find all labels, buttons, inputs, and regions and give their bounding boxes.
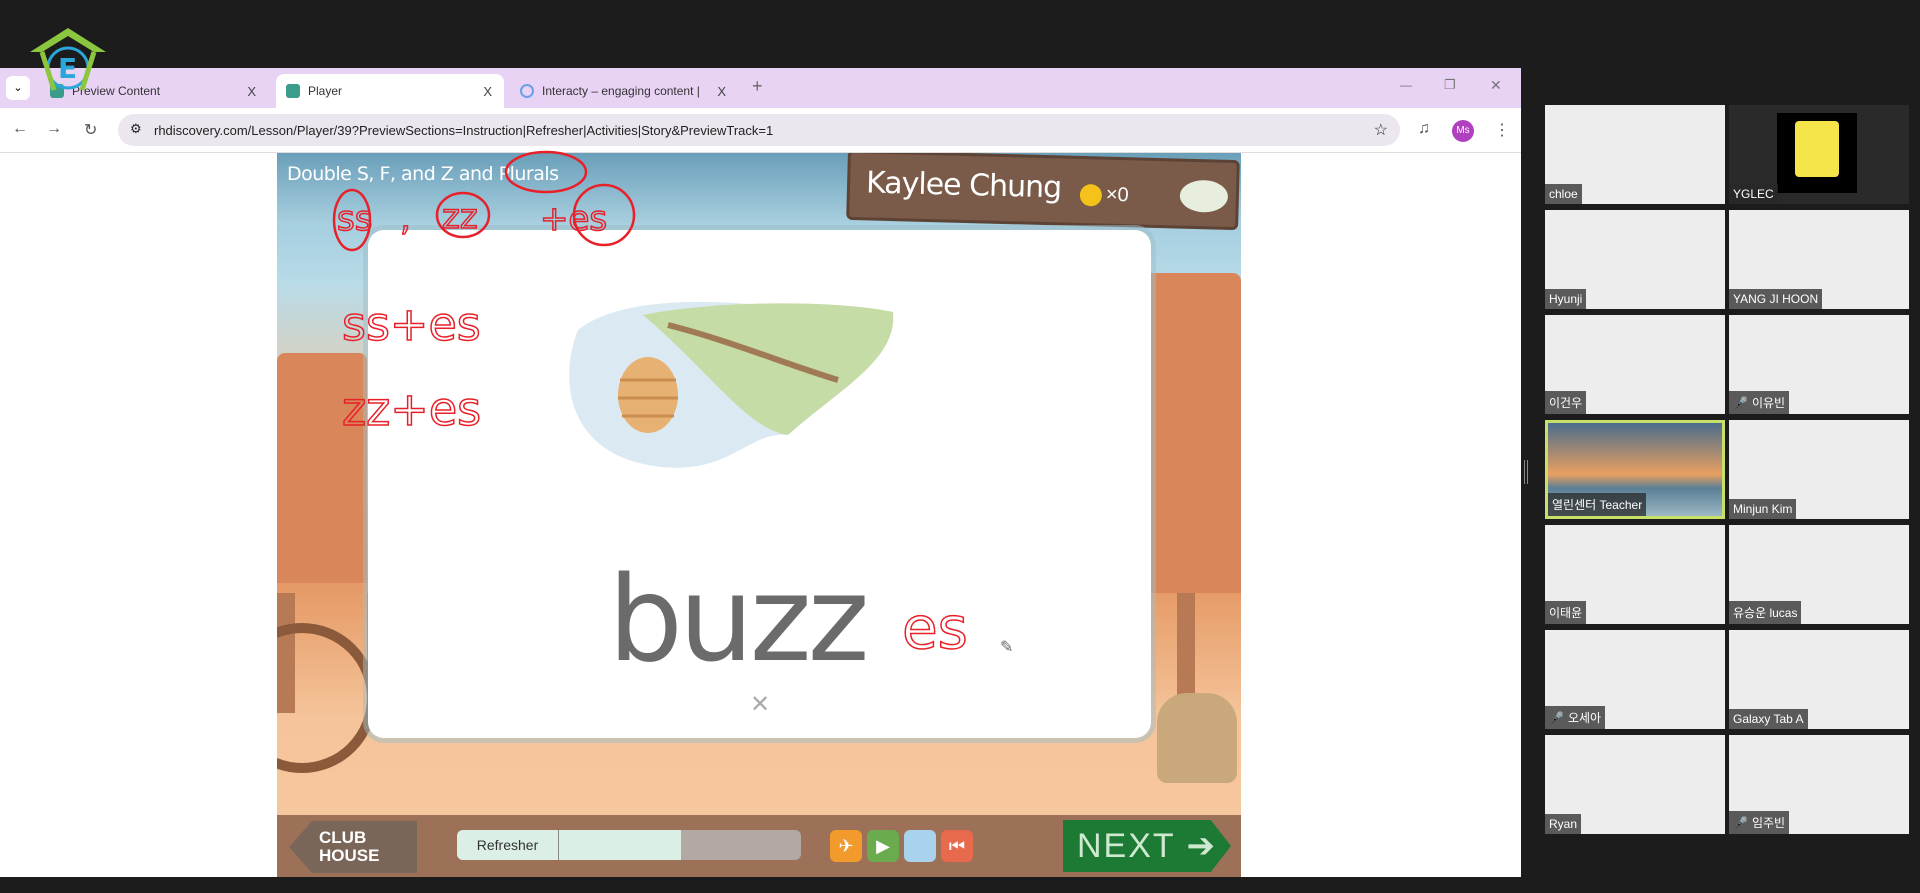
lesson-title: Double S, F, and Z and Plurals — [287, 163, 559, 185]
close-icon[interactable]: ✕ — [750, 690, 770, 719]
interacty-icon — [520, 84, 534, 98]
next-button[interactable]: NEXT ➔ — [1063, 820, 1231, 872]
participant-name: YGLEC — [1729, 184, 1778, 204]
participant-tile[interactable]: 유승운 lucas — [1729, 525, 1909, 624]
tab-search-button[interactable]: ⌄ — [6, 76, 30, 100]
participant-name: Galaxy Tab A — [1729, 709, 1808, 729]
participant-tile[interactable]: 이태윤 — [1545, 525, 1725, 624]
address-bar: ← → ↻ ⚙ rhdiscovery.com/Lesson/Player/39… — [0, 108, 1521, 153]
word-card: buzz ✕ — [368, 230, 1151, 738]
new-tab-button[interactable]: + — [752, 76, 763, 97]
butterfly-icon — [286, 84, 300, 98]
player-controls: CLUB HOUSE Refresher ✈ ▶ ⏮ NEXT ➔ — [277, 815, 1241, 877]
coin-icon — [1079, 183, 1103, 207]
participant-name: Ryan — [1545, 814, 1582, 834]
student-name: Kaylee Chung — [865, 165, 1062, 206]
close-window-button[interactable]: ✕ — [1490, 77, 1502, 94]
muted-mic-icon: 🎤 — [1733, 816, 1748, 830]
participant-tile[interactable]: 🎤 오세아 — [1545, 630, 1725, 729]
character-button[interactable]: ✈ — [830, 830, 862, 862]
menu-icon[interactable]: ⋮ — [1494, 120, 1510, 140]
avatar[interactable]: Ms — [1452, 120, 1474, 142]
url-input[interactable]: ⚙ rhdiscovery.com/Lesson/Player/39?Previ… — [118, 114, 1400, 146]
muted-mic-icon: 🎤 — [1733, 396, 1748, 410]
participant-tile[interactable]: YANG JI HOON — [1729, 210, 1909, 309]
student-nameplate: Kaylee Chung ×0 — [846, 153, 1240, 231]
progress-section-label: Refresher — [457, 830, 559, 860]
restore-button[interactable]: ❐ — [1444, 77, 1456, 93]
site-settings-icon[interactable]: ⚙ — [130, 121, 142, 137]
forward-icon[interactable]: → — [46, 120, 62, 138]
participant-tile[interactable]: YGLEC — [1729, 105, 1909, 204]
minimize-button[interactable]: — — [1400, 78, 1412, 92]
coin-count: ×0 — [1105, 183, 1129, 207]
participant-tile[interactable]: Galaxy Tab A — [1729, 630, 1909, 729]
panel-resize-handle[interactable] — [1524, 460, 1528, 484]
media-icon[interactable]: ♫ — [1418, 120, 1430, 138]
treehouse-icon[interactable] — [1179, 179, 1229, 213]
participant-name: Hyunji — [1545, 289, 1587, 309]
close-tab-icon[interactable]: X — [717, 84, 726, 99]
lesson-progress-bar[interactable]: Refresher — [457, 830, 801, 860]
blank-button[interactable] — [904, 830, 936, 862]
participant-tile[interactable]: 이건우 — [1545, 315, 1725, 414]
play-button[interactable]: ▶ — [867, 830, 899, 862]
back-icon[interactable]: ← — [12, 120, 28, 138]
participant-name: Minjun Kim — [1729, 499, 1797, 519]
tab-player[interactable]: Player X — [276, 74, 504, 108]
avatar — [1777, 113, 1857, 193]
logo: E — [28, 24, 108, 92]
tab-interacty[interactable]: Interacty – engaging content | X — [510, 74, 738, 108]
participant-name: 🎤 이유빈 — [1729, 391, 1790, 414]
participant-grid: chloe YGLEC Hyunji YANG JI HOON 이건우 🎤 이유빈열린센터 … — [1545, 105, 1910, 845]
participant-name: 이태윤 — [1545, 601, 1587, 624]
clubhouse-button[interactable]: CLUB HOUSE — [289, 821, 417, 873]
participant-tile[interactable]: chloe — [1545, 105, 1725, 204]
participant-name: 유승운 lucas — [1729, 601, 1802, 624]
reload-icon[interactable]: ↻ — [84, 120, 97, 140]
participant-tile[interactable]: Minjun Kim — [1729, 420, 1909, 519]
bookmark-star-icon[interactable]: ☆ — [1374, 120, 1388, 140]
svg-text:E: E — [58, 52, 77, 85]
participant-name: 열린센터 Teacher — [1548, 493, 1647, 516]
participant-name: 🎤 오세아 — [1545, 706, 1606, 729]
restart-button[interactable]: ⏮ — [941, 830, 973, 862]
participant-tile[interactable]: Ryan — [1545, 735, 1725, 834]
participant-tile[interactable]: 🎤 이유빈 — [1729, 315, 1909, 414]
participant-name: chloe — [1545, 184, 1582, 204]
participant-name: 🎤 임주빈 — [1729, 811, 1790, 834]
muted-mic-icon: 🎤 — [1549, 711, 1564, 725]
participant-tile[interactable]: 열린센터 Teacher — [1545, 420, 1725, 519]
participant-name: 이건우 — [1545, 391, 1587, 414]
participant-tile[interactable]: 🎤 임주빈 — [1729, 735, 1909, 834]
close-tab-icon[interactable]: X — [483, 84, 492, 99]
canyon-right — [1137, 273, 1241, 593]
target-word: buzz — [608, 550, 870, 688]
participant-name: YANG JI HOON — [1729, 289, 1823, 309]
tab-bar: ⌄ Preview Content X Player X Interacty – e… — [0, 68, 1521, 108]
canyon-left — [277, 353, 367, 583]
close-tab-icon[interactable]: X — [247, 84, 256, 99]
lesson-player: Double S, F, and Z and Plurals Kaylee Ch… — [277, 153, 1241, 877]
participant-tile[interactable]: Hyunji — [1545, 210, 1725, 309]
sack — [1157, 693, 1237, 783]
